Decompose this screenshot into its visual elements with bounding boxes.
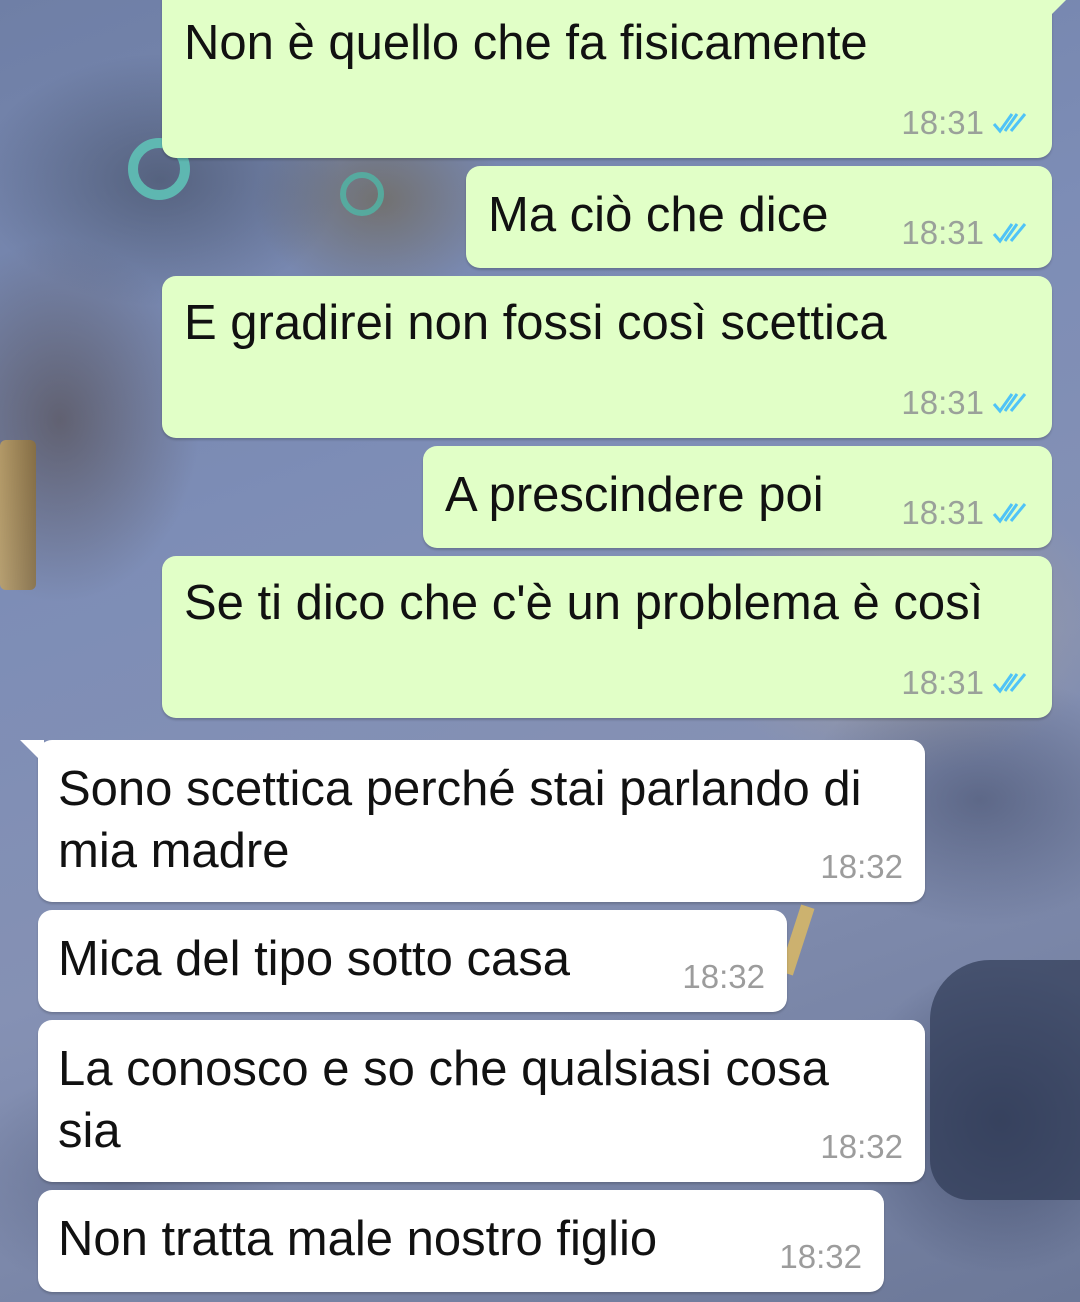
message-text: Se ti dico che c'è un problema è così: [184, 576, 984, 630]
message-time: 18:32: [820, 1128, 903, 1165]
message-time: 18:32: [682, 958, 765, 995]
message-time: 18:31: [901, 104, 984, 141]
message-time: 18:31: [901, 384, 984, 421]
message-time: 18:32: [779, 1238, 862, 1275]
message-text: Mica del tipo sotto casa: [58, 932, 571, 986]
message-text: E gradirei non fossi così scettica: [184, 296, 887, 350]
incoming-message[interactable]: La conosco e so che qualsiasi cosa sia 1…: [38, 1020, 925, 1182]
double-check-icon: [992, 503, 1027, 524]
message-text: Non tratta male nostro figlio: [58, 1212, 658, 1266]
message-meta: 18:32: [682, 958, 765, 996]
message-time: 18:31: [901, 494, 984, 531]
message-text: Non è quello che fa fisicamente: [184, 16, 868, 70]
message-text: Sono scettica perché stai parlando di mi…: [58, 762, 862, 878]
double-check-icon: [992, 673, 1027, 694]
outgoing-message[interactable]: Se ti dico che c'è un problema è così 18…: [162, 556, 1052, 718]
message-meta: 18:31: [901, 664, 1030, 702]
wallpaper-decoration: [930, 960, 1080, 1200]
message-text: Ma ciò che dice: [488, 188, 829, 242]
message-meta: 18:31: [901, 494, 1030, 532]
message-text: A prescindere poi: [445, 468, 824, 522]
outgoing-message[interactable]: E gradirei non fossi così scettica 18:31: [162, 276, 1052, 438]
outgoing-message[interactable]: Non è quello che fa fisicamente 18:31: [162, 0, 1066, 158]
message-text: La conosco e so che qualsiasi cosa sia: [58, 1042, 829, 1158]
message-time: 18:31: [901, 214, 984, 251]
bubble-tail: [1044, 0, 1066, 22]
message-meta: 18:32: [820, 1128, 903, 1166]
wallpaper-decoration: [340, 172, 384, 216]
incoming-message[interactable]: Sono scettica perché stai parlando di mi…: [20, 740, 925, 902]
message-meta: 18:31: [901, 214, 1030, 252]
incoming-message[interactable]: Non tratta male nostro figlio 18:32: [38, 1190, 884, 1292]
bubble-tail: [20, 740, 44, 764]
message-meta: 18:32: [779, 1238, 862, 1276]
outgoing-message[interactable]: Ma ciò che dice 18:31: [466, 166, 1052, 268]
message-time: 18:31: [901, 664, 984, 701]
double-check-icon: [992, 223, 1027, 244]
wallpaper-decoration: [0, 440, 36, 590]
message-meta: 18:32: [820, 848, 903, 886]
message-meta: 18:31: [901, 384, 1030, 422]
incoming-message[interactable]: Mica del tipo sotto casa 18:32: [38, 910, 787, 1012]
message-meta: 18:31: [901, 104, 1030, 142]
message-time: 18:32: [820, 848, 903, 885]
double-check-icon: [992, 113, 1027, 134]
double-check-icon: [992, 393, 1027, 414]
outgoing-message[interactable]: A prescindere poi 18:31: [423, 446, 1052, 548]
